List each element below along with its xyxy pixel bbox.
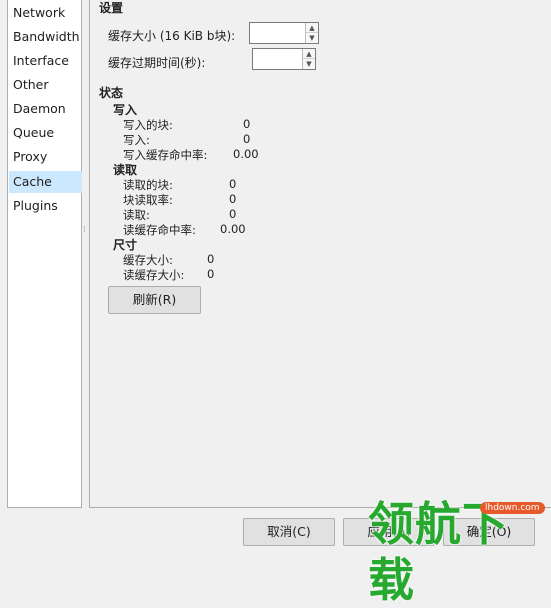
write-group-title: 写入: [113, 103, 138, 117]
size-group-title: 尺寸: [113, 238, 138, 252]
read-cache-size-label: 读缓存大小:: [123, 268, 185, 282]
cache-size-spinbox[interactable]: ▲ ▼: [249, 22, 319, 44]
sidebar-item-queue[interactable]: Queue: [9, 122, 82, 144]
spin-down-icon[interactable]: ▼: [303, 59, 315, 69]
status-cache-size-label: 缓存大小:: [123, 253, 173, 267]
spin-up-icon[interactable]: ▲: [306, 23, 318, 33]
settings-section-title: 设置: [99, 1, 124, 15]
writes-value: 0: [243, 132, 251, 146]
sidebar-item-network[interactable]: Network: [9, 2, 82, 24]
reads-label: 读取:: [123, 208, 150, 222]
blocks-read-label: 读取的块:: [123, 178, 173, 192]
sidebar-item-other[interactable]: Other: [9, 74, 82, 96]
status-section-title: 状态: [99, 86, 124, 100]
cancel-button[interactable]: 取消(C): [243, 518, 335, 546]
status-cache-size-value: 0: [207, 252, 215, 266]
read-group-title: 读取: [113, 163, 138, 177]
block-read-rate-value: 0: [229, 192, 237, 206]
cache-size-input[interactable]: [250, 23, 308, 43]
blocks-written-label: 写入的块:: [123, 118, 173, 132]
blocks-written-value: 0: [243, 117, 251, 131]
blocks-read-value: 0: [229, 177, 237, 191]
cache-expiry-label: 缓存过期时间(秒):: [108, 56, 206, 70]
writes-label: 写入:: [123, 133, 150, 147]
cache-size-spin-buttons: ▲ ▼: [305, 23, 318, 43]
read-cache-size-value: 0: [207, 267, 215, 281]
write-hit-ratio-value: 0.00: [233, 147, 259, 161]
cache-expiry-spinbox[interactable]: ▲ ▼: [252, 48, 316, 70]
cache-expiry-input[interactable]: [253, 49, 305, 69]
category-sidebar: Network Bandwidth Interface Other Daemon…: [7, 0, 82, 508]
sidebar-item-interface[interactable]: Interface: [9, 50, 82, 72]
sidebar-item-daemon[interactable]: Daemon: [9, 98, 82, 120]
sidebar-item-bandwidth[interactable]: Bandwidth: [9, 26, 82, 48]
splitter-handle[interactable]: ⁞: [83, 225, 87, 235]
refresh-button[interactable]: 刷新(R): [108, 286, 201, 314]
site-watermark: 领航下载 lhdown.com: [368, 496, 551, 607]
watermark-url: lhdown.com: [480, 502, 545, 514]
reads-value: 0: [229, 207, 237, 221]
sidebar-item-cache[interactable]: Cache: [9, 171, 82, 193]
sidebar-item-proxy[interactable]: Proxy: [9, 146, 82, 168]
cache-settings-panel: 设置 缓存大小 (16 KiB b块): ▲ ▼ 缓存过期时间(秒): ▲ ▼ …: [89, 0, 551, 508]
spin-up-icon[interactable]: ▲: [303, 49, 315, 59]
read-hit-ratio-value: 0.00: [220, 222, 246, 236]
cache-size-label: 缓存大小 (16 KiB b块):: [108, 29, 236, 43]
spin-down-icon[interactable]: ▼: [306, 33, 318, 43]
sidebar-item-plugins[interactable]: Plugins: [9, 195, 82, 217]
cache-expiry-spin-buttons: ▲ ▼: [302, 49, 315, 69]
block-read-rate-label: 块读取率:: [123, 193, 173, 207]
